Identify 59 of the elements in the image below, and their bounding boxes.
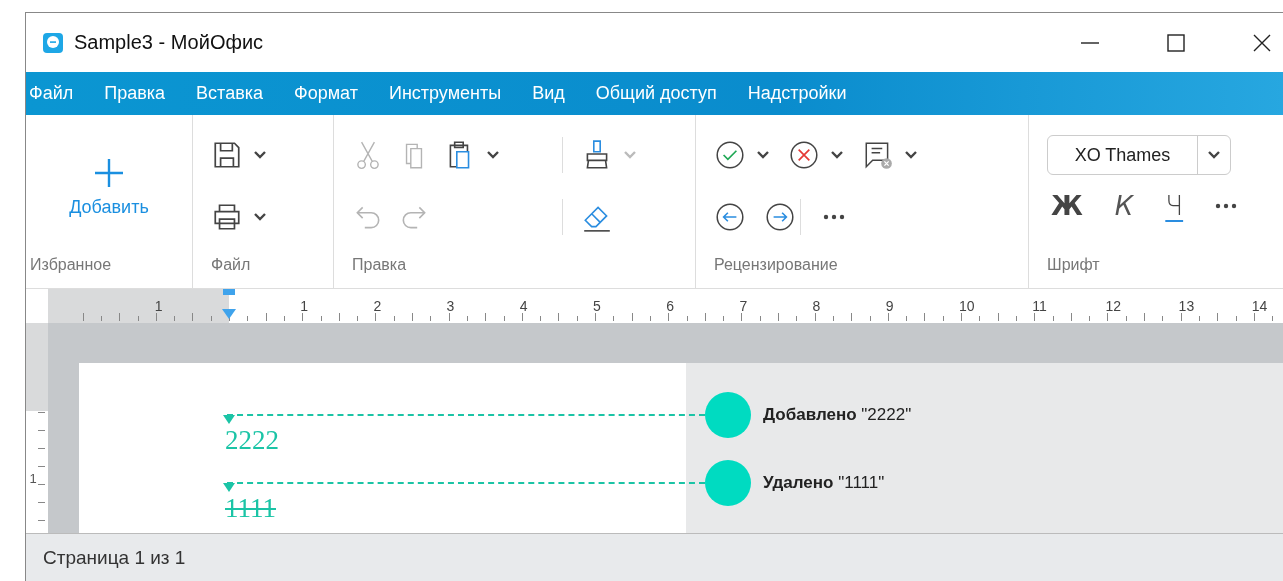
chevron-down-icon[interactable] bbox=[904, 150, 918, 160]
chevron-down-icon[interactable] bbox=[253, 150, 267, 160]
chevron-down-icon bbox=[1207, 150, 1221, 160]
ruler-number: 7 bbox=[739, 298, 748, 314]
menu-item[interactable]: Правка bbox=[104, 83, 181, 104]
chevron-down-icon[interactable] bbox=[486, 150, 500, 160]
group-label: Шрифт bbox=[1047, 256, 1101, 275]
ruler-number: 6 bbox=[666, 298, 674, 314]
ruler-number: 1 bbox=[300, 298, 308, 314]
printer-icon[interactable] bbox=[211, 201, 243, 233]
plus-icon bbox=[93, 157, 125, 189]
chevron-down-icon[interactable] bbox=[756, 150, 770, 160]
add-button[interactable]: Добавить bbox=[26, 131, 192, 218]
ruler-number: 8 bbox=[812, 298, 821, 314]
tracked-text: 1111 bbox=[225, 493, 276, 523]
window-title: Sample3 - МойОфис bbox=[74, 31, 264, 54]
ruler-number: 3 bbox=[446, 298, 455, 314]
change-marker-icon bbox=[223, 414, 235, 424]
menu-item[interactable]: Инструменты bbox=[388, 83, 517, 104]
chevron-down-icon[interactable] bbox=[253, 212, 267, 222]
close-icon[interactable] bbox=[1252, 32, 1272, 53]
ruler-number: 14 bbox=[1251, 298, 1268, 314]
change-description: Удалено "1111" bbox=[763, 473, 885, 493]
group-label: Избранное bbox=[29, 256, 113, 275]
change-description: Добавлено "2222" bbox=[763, 405, 912, 425]
chevron-down-icon[interactable] bbox=[830, 150, 844, 160]
ruler-number: 5 bbox=[593, 298, 601, 314]
save-icon[interactable] bbox=[211, 139, 243, 171]
menu-item[interactable]: Общий доступ bbox=[595, 83, 732, 104]
menu-item[interactable]: Вставка bbox=[196, 83, 278, 104]
ruler-number: 10 bbox=[959, 298, 975, 314]
ruler-number: 1 bbox=[154, 298, 163, 314]
ruler-number: 1 bbox=[29, 471, 37, 486]
ruler-number: 12 bbox=[1105, 298, 1121, 314]
menu-item[interactable]: Формат bbox=[294, 83, 373, 104]
group-label: Правка bbox=[352, 256, 408, 275]
menu-item[interactable]: Вид bbox=[532, 83, 580, 104]
check-circle-icon[interactable] bbox=[714, 139, 746, 171]
menu-item[interactable]: Надстройки bbox=[747, 83, 862, 104]
tracked-text: 2222 bbox=[225, 425, 279, 455]
underline-button[interactable]: Ч bbox=[1161, 189, 1188, 223]
ruler-number: 4 bbox=[519, 298, 528, 314]
ruler-number: 11 bbox=[1032, 298, 1047, 314]
menu-item[interactable]: Файл bbox=[29, 83, 89, 104]
group-label: Рецензирование bbox=[714, 256, 839, 275]
arrow-right-circle-icon[interactable] bbox=[764, 201, 796, 233]
maximize-icon[interactable] bbox=[1166, 32, 1186, 53]
ruler-number: 9 bbox=[885, 298, 894, 314]
bold-button[interactable]: Ж bbox=[1047, 189, 1087, 223]
font-dropdown[interactable]: XO Thames bbox=[1047, 135, 1231, 175]
app-logo-icon bbox=[42, 31, 64, 54]
italic-button[interactable]: К bbox=[1110, 189, 1138, 223]
group-label: Файл bbox=[211, 256, 252, 275]
ruler-number: 2 bbox=[373, 298, 382, 314]
arrow-left-circle-icon[interactable] bbox=[714, 201, 746, 233]
change-marker-icon bbox=[223, 482, 235, 492]
ruler-number: 13 bbox=[1178, 298, 1195, 314]
page-counter: Страница 1 из 1 bbox=[43, 547, 186, 569]
cross-circle-icon[interactable] bbox=[788, 139, 820, 171]
